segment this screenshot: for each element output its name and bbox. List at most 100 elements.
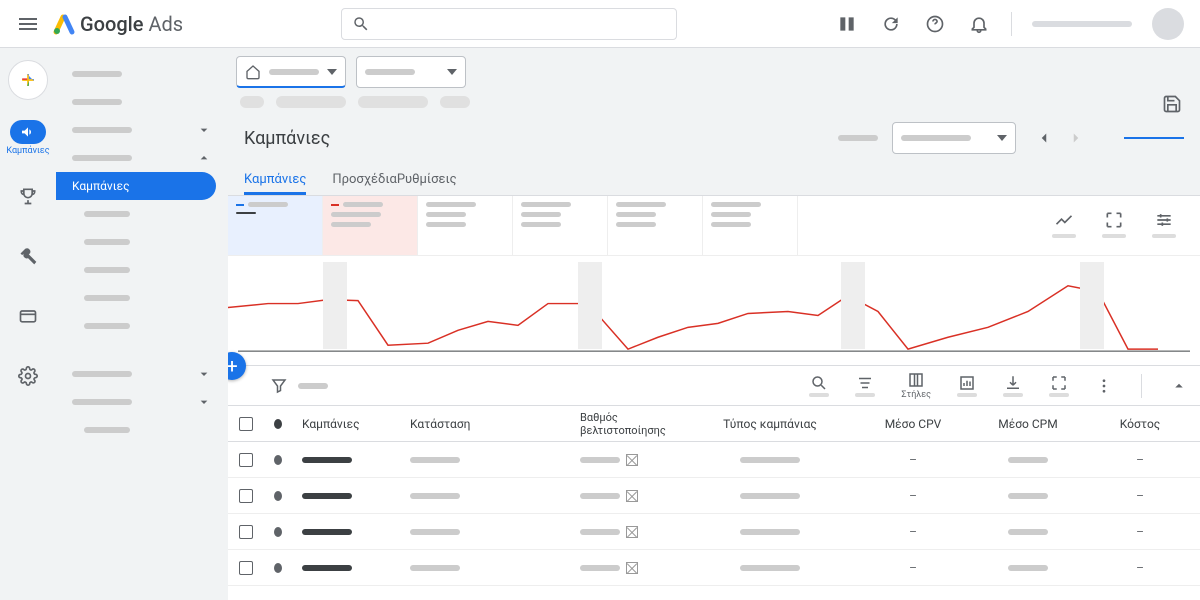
campaign-name[interactable] [302,493,352,499]
row-checkbox[interactable] [239,489,253,503]
campaign-name[interactable] [302,565,352,571]
more-vert-icon [1095,377,1113,395]
col-opt-score[interactable]: Βαθμός βελτιστοποίησης [570,411,680,437]
table-row[interactable]: –– [228,478,1200,514]
campaign-name[interactable] [302,457,352,463]
sp-item-campaigns[interactable]: Καμπάνιες [56,172,216,200]
cpv-value: – [909,525,917,539]
col-type[interactable]: Τύπος καμπάνιας [680,417,860,431]
collapse-button[interactable] [1170,377,1188,395]
filter-icon[interactable] [270,377,288,395]
status-value [410,493,460,499]
scope-selectors [228,48,1200,88]
metric-card-5[interactable] [608,196,703,255]
tab-campaigns[interactable]: Καμπάνιες [244,172,306,195]
opt-score-value [580,454,638,466]
rail-billing[interactable] [8,296,48,336]
sp-item[interactable] [56,144,228,172]
plus-icon [18,70,38,90]
columns-button[interactable]: Στήλες [901,371,931,400]
refresh-icon[interactable] [879,12,903,36]
select-all-checkbox[interactable] [239,417,253,431]
chart-band [841,262,865,349]
account-selector[interactable] [236,56,346,88]
reports-button[interactable] [957,374,977,397]
crumb-chip[interactable] [276,96,346,108]
rail-settings[interactable] [8,356,48,396]
sp-subitem[interactable] [56,312,228,340]
rail-tools[interactable] [8,236,48,276]
sp-item[interactable] [56,388,228,416]
row-checkbox[interactable] [239,561,253,575]
search-icon [352,15,370,33]
rail-campaigns[interactable]: Καμπάνιες [6,120,49,156]
status-dot[interactable] [274,563,282,573]
notifications-icon[interactable] [967,12,991,36]
crumb[interactable] [240,96,264,108]
save-view-icon[interactable] [1160,92,1184,116]
sp-item[interactable] [56,88,228,116]
cost-value: – [1136,489,1144,503]
status-dot[interactable] [274,527,282,537]
row-checkbox[interactable] [239,453,253,467]
campaign-selector[interactable] [356,56,466,88]
cost-value: – [1136,525,1144,539]
row-checkbox[interactable] [239,525,253,539]
line-chart-icon [1054,210,1074,230]
sp-subitem[interactable] [56,228,228,256]
separator [1141,374,1142,398]
date-prev-button[interactable] [1030,124,1058,152]
home-icon [245,64,261,80]
sp-subitem[interactable] [56,256,228,284]
metric-card-2[interactable] [323,196,418,255]
sp-subitem[interactable] [56,200,228,228]
segment-button[interactable] [855,374,875,397]
chart-band [323,262,347,349]
metric-card-1[interactable] [228,196,323,255]
rail-goals[interactable] [8,176,48,216]
date-next-button[interactable] [1062,124,1090,152]
expand-button[interactable] [1102,210,1126,238]
sp-item[interactable] [56,360,228,388]
brand-text: Google Ads [80,12,183,36]
status-dot[interactable] [274,491,282,501]
no-data-icon [626,454,638,466]
col-campaigns[interactable]: Καμπάνιες [292,417,400,431]
help-icon[interactable] [923,12,947,36]
col-cost[interactable]: Κόστος [1090,417,1190,431]
metric-card-3[interactable] [418,196,513,255]
col-status[interactable]: Κατάσταση [400,417,570,431]
more-button[interactable] [1095,377,1113,395]
avatar[interactable] [1152,8,1184,40]
sp-subitem[interactable] [56,284,228,312]
chart-type-button[interactable] [1052,210,1076,238]
crumb[interactable] [440,96,470,108]
tools-icon [18,246,38,266]
download-button[interactable] [1003,374,1023,397]
crumb-chip[interactable] [358,96,428,108]
status-dot[interactable] [274,455,282,465]
col-cpm[interactable]: Μέσο CPM [966,417,1090,431]
table-search-button[interactable] [809,374,829,397]
sp-item[interactable] [56,60,228,88]
sp-subitem[interactable] [56,416,228,444]
metric-card-4[interactable] [513,196,608,255]
metric-card-6[interactable] [703,196,798,255]
table-header: Καμπάνιες Κατάσταση Βαθμός βελτιστοποίησ… [228,406,1200,442]
new-button[interactable] [8,60,48,100]
reports-icon[interactable] [835,12,859,36]
no-data-icon [626,490,638,502]
adjust-button[interactable] [1152,210,1176,238]
table-row[interactable]: –– [228,550,1200,586]
expand-table-button[interactable] [1049,374,1069,397]
campaign-name[interactable] [302,529,352,535]
search-input[interactable] [341,8,677,40]
hamburger-icon[interactable] [16,12,40,36]
chart-band [578,262,602,349]
table-row[interactable]: –– [228,442,1200,478]
sp-item[interactable] [56,116,228,144]
table-row[interactable]: –– [228,514,1200,550]
col-cpv[interactable]: Μέσο CPV [860,417,966,431]
date-range-selector[interactable] [892,122,1016,154]
tab-drafts[interactable]: ΠροσχέδιαΡυθμίσεις [332,172,456,195]
